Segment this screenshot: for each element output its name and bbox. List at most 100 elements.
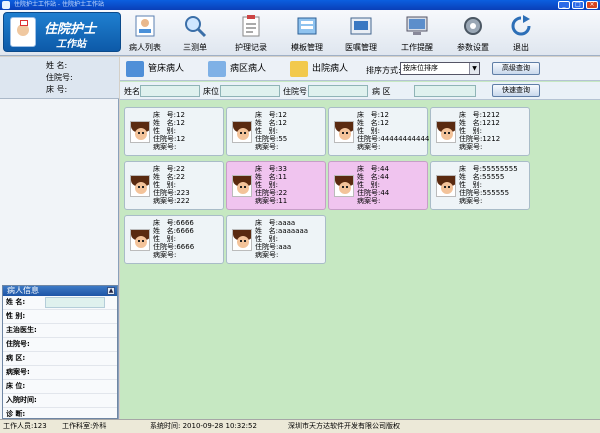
summary-name-label: 姓 名:: [46, 61, 68, 70]
settings-icon: [461, 14, 485, 38]
patient-avatar-icon: [232, 175, 252, 197]
patient-avatar-icon: [334, 121, 354, 143]
patient-card-text: 床 号:12 姓 名:12 性 别: 住院号:44444444444 病案号:: [357, 111, 430, 151]
sort-select[interactable]: 按床位排序 ▼: [400, 62, 480, 75]
status-department: 工作科室:外科: [62, 422, 107, 430]
patient-card[interactable]: 床 号:12 姓 名:12 性 别: 住院号:55 病案号:: [226, 107, 326, 156]
summary-bed-label: 床 号:: [46, 85, 68, 94]
info-label: 床 位:: [6, 382, 26, 390]
toolbar-label: 病人列表: [129, 43, 161, 52]
patient-avatar-icon: [436, 121, 456, 143]
toolbar-temperature-chart[interactable]: 三测单: [170, 12, 220, 54]
patient-card[interactable]: 床 号:aaaa 姓 名:aaaaaaa 性 别: 住院号:aaa 病案号:: [226, 215, 326, 264]
toolbar-parameter-settings[interactable]: 参数设置: [448, 12, 498, 54]
info-panel-title: 病人信息: [7, 286, 39, 295]
patient-avatar-icon: [232, 121, 252, 143]
patient-tabs-bar: 管床病人 病区病人 出院病人 排序方式: 按床位排序 ▼ 高级查询: [120, 57, 600, 81]
status-staff: 工作人员:123: [3, 422, 47, 430]
toolbar-label: 医嘱管理: [345, 43, 377, 52]
info-label: 病案号:: [6, 368, 30, 376]
info-label: 性 别:: [6, 312, 26, 320]
window-title: 住院护士工作站 - 住院护士工作站: [14, 1, 104, 8]
patient-card[interactable]: 床 号:44 姓 名:44 性 别: 住院号:44 病案号:: [328, 161, 428, 210]
toolbar-template-manage[interactable]: 模板管理: [282, 12, 332, 54]
info-row-ward: 病 区:: [3, 352, 117, 366]
patient-card[interactable]: 床 号:1212 姓 名:1212 性 别: 住院号:1212 病案号:: [430, 107, 530, 156]
patient-avatar-icon: [130, 229, 150, 251]
summary-admission-label: 住院号:: [46, 73, 73, 82]
patient-card-text: 床 号:aaaa 姓 名:aaaaaaa 性 别: 住院号:aaa 病案号:: [255, 219, 309, 259]
info-label: 入院时间:: [6, 396, 37, 404]
info-row-admit-time: 入院时间:: [3, 394, 117, 408]
patient-card-text: 床 号:55555555 姓 名:55555 性 别: 住院号:555555 病…: [459, 165, 518, 205]
info-label: 病 区:: [6, 354, 26, 362]
filter-name-label: 姓名: [124, 87, 140, 96]
medical-order-icon: [349, 14, 373, 38]
patient-card-text: 床 号:22 姓 名:22 性 别: 住院号:223 病案号:222: [153, 165, 190, 205]
patient-card[interactable]: 床 号:22 姓 名:22 性 别: 住院号:223 病案号:222: [124, 161, 224, 210]
patient-card-grid: 床 号:12 姓 名:12 性 别: 住院号:12 病案号: 床 号:12 姓 名…: [120, 101, 600, 419]
info-row-gender: 性 别:: [3, 310, 117, 324]
toolbar-patient-list[interactable]: 病人列表: [120, 12, 170, 54]
info-row-admission: 住院号:: [3, 338, 117, 352]
toolbar-exit[interactable]: 退出: [496, 12, 546, 54]
app-logo: 住院护士 工作站: [3, 12, 121, 52]
status-bar: 工作人员:123 工作科室:外科 系统时间: 2010-09-28 10:32:…: [0, 419, 600, 433]
sort-value: 按床位排序: [403, 64, 438, 72]
filter-admission-input[interactable]: [308, 85, 368, 97]
filter-bar: 姓名 床位 住院号 病 区 快速查询: [120, 82, 600, 100]
status-copyright: 深圳市天方达软件开发有限公司版权: [288, 422, 400, 430]
toolbar-label: 退出: [513, 43, 529, 52]
tab-ward-patients[interactable]: 病区病人: [206, 59, 266, 79]
tab-label: 病区病人: [230, 64, 267, 74]
status-time: 系统时间: 2010-09-28 10:32:52: [150, 422, 257, 430]
quick-search-button[interactable]: 快速查询: [492, 84, 540, 97]
minimize-button[interactable]: _: [558, 1, 570, 9]
filter-ward-select[interactable]: [414, 85, 476, 97]
app-icon: [2, 1, 10, 9]
chevron-down-icon: ▼: [469, 63, 479, 74]
patient-card[interactable]: 床 号:55555555 姓 名:55555 性 别: 住院号:555555 病…: [430, 161, 530, 210]
tab-discharged-patients[interactable]: 出院病人: [288, 59, 348, 79]
info-label: 主治医生:: [6, 326, 37, 334]
sort-label: 排序方式:: [366, 66, 401, 75]
toolbar-order-manage[interactable]: 医嘱管理: [336, 12, 386, 54]
patient-avatar-icon: [334, 175, 354, 197]
nurse-logo-icon: [10, 17, 36, 47]
nursing-record-icon: [239, 14, 263, 38]
left-panel: 姓 名: 住院号: 床 号: 病人信息 ▲ 姓 名: 性 别: 主治医生: 住院…: [0, 57, 119, 422]
collapse-icon[interactable]: ▲: [107, 287, 115, 295]
patient-avatar-icon: [130, 175, 150, 197]
patient-list-icon: [133, 14, 157, 38]
template-icon: [295, 14, 319, 38]
info-row-bed: 床 位:: [3, 380, 117, 394]
patient-card[interactable]: 床 号:12 姓 名:12 性 别: 住院号:44444444444 病案号:: [328, 107, 430, 156]
patient-card-text: 床 号:12 姓 名:12 性 别: 住院号:55 病案号:: [255, 111, 288, 151]
advanced-search-button[interactable]: 高级查询: [492, 62, 540, 75]
filter-bed-input[interactable]: [220, 85, 280, 97]
ward-patients-icon: [208, 61, 226, 77]
info-row-record: 病案号:: [3, 366, 117, 380]
toolbar-nursing-record[interactable]: 护理记录: [226, 12, 276, 54]
exit-icon: [509, 14, 533, 38]
title-bar: 住院护士工作站 - 住院护士工作站 _ □ ×: [0, 0, 600, 10]
info-label: 诊 断:: [6, 410, 26, 418]
patient-card[interactable]: 床 号:12 姓 名:12 性 别: 住院号:12 病案号:: [124, 107, 224, 156]
info-value-field: [45, 297, 105, 308]
patient-card-text: 床 号:33 姓 名:11 性 别: 住院号:22 病案号:11: [255, 165, 288, 205]
maximize-button[interactable]: □: [572, 1, 584, 9]
toolbar-work-reminder[interactable]: 工作提醒: [392, 12, 442, 54]
tab-label: 出院病人: [312, 64, 349, 74]
patient-card[interactable]: 床 号:33 姓 名:11 性 别: 住院号:22 病案号:11: [226, 161, 326, 210]
patient-info-panel: 病人信息 ▲ 姓 名: 性 别: 主治医生: 住院号: 病 区: 病案号: 床 …: [2, 285, 118, 422]
filter-bed-label: 床位: [203, 87, 219, 96]
close-button[interactable]: ×: [586, 1, 598, 9]
patient-card[interactable]: 床 号:6666 姓 名:6666 性 别: 住院号:6666 病案号:: [124, 215, 224, 264]
discharged-patients-icon: [290, 61, 308, 77]
toolbar-label: 工作提醒: [401, 43, 433, 52]
patient-card-text: 床 号:6666 姓 名:6666 性 别: 住院号:6666 病案号:: [153, 219, 195, 259]
logo-subtitle: 工作站: [56, 39, 86, 50]
filter-name-input[interactable]: [140, 85, 200, 97]
tab-label: 管床病人: [148, 64, 185, 74]
tab-bed-patients[interactable]: 管床病人: [124, 59, 184, 79]
